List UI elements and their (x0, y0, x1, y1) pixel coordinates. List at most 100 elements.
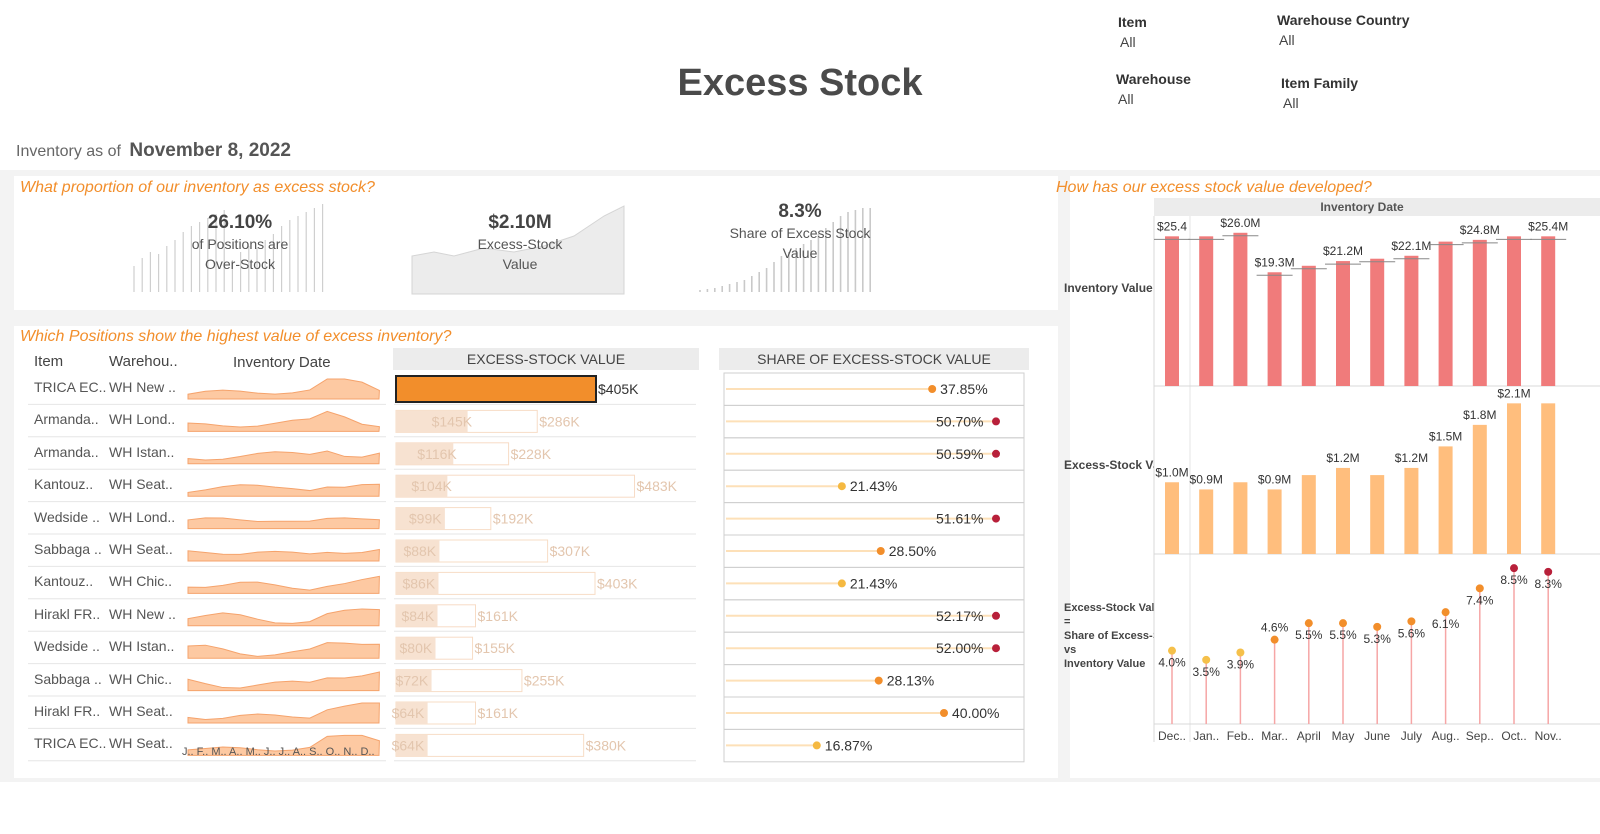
inventory-bar (1370, 258, 1385, 386)
share-label: 16.87% (825, 737, 872, 753)
row-sparkline (187, 575, 380, 594)
inventory-bar (1336, 261, 1350, 386)
excess-label: $145K (432, 413, 473, 429)
excess-label: $64K (392, 737, 425, 753)
month-label: Feb.. (1227, 729, 1254, 743)
share-dot (1202, 655, 1211, 664)
kpi-share-line2: Value (782, 245, 818, 261)
total-label: $380K (586, 737, 627, 753)
excess-label: $86K (402, 575, 435, 591)
excess-month-label: $1.8M (1463, 408, 1496, 422)
month-label: July (1401, 729, 1422, 743)
share-dot (876, 547, 885, 555)
filter-warehouse-value[interactable]: All (1118, 91, 1191, 107)
excess-label: $405K (598, 381, 639, 397)
share-dot (1544, 567, 1553, 576)
total-label: $403K (597, 575, 638, 591)
share-label: 6.1% (1432, 617, 1460, 631)
kpi-panel: What proportion of our inventory as exce… (14, 176, 1058, 310)
share-dot (992, 611, 1000, 620)
share-label: 40.00% (952, 705, 999, 721)
share-label: 3.9% (1227, 658, 1255, 672)
total-label: $161K (478, 608, 519, 624)
row-sparkline (187, 410, 380, 432)
share-label: 4.6% (1261, 621, 1289, 635)
share-label: 50.59% (936, 446, 983, 462)
share-dot (837, 482, 846, 491)
filter-item-value[interactable]: All (1120, 34, 1147, 50)
share-dot (928, 385, 937, 393)
inventory-bar (1404, 255, 1419, 386)
kpi-positions-value: 26.10% (207, 212, 273, 233)
share-dot (1373, 622, 1382, 631)
kpi-excess-line1: Excess-Stock (477, 236, 563, 252)
share-label: 28.50% (889, 543, 936, 559)
inventory-label: $21.2M (1323, 244, 1363, 258)
share-dot (1270, 635, 1279, 644)
row-sparkline (187, 483, 380, 497)
share-dot (1441, 608, 1450, 617)
share-label: 4.0% (1158, 656, 1186, 670)
month-axis: J.. F.. M.. A.. M.. J.. J.. A.. S.. O.. … (182, 746, 375, 758)
total-label: $255K (524, 673, 565, 689)
share-dot (1407, 617, 1416, 626)
filter-item-family-label: Item Family (1281, 75, 1359, 91)
share-label: 21.43% (850, 575, 897, 591)
inventory-label: $24.8M (1460, 223, 1500, 237)
inventory-bar (1541, 236, 1556, 386)
row-sparkline (187, 450, 380, 465)
inventory-bar (1199, 236, 1214, 386)
row-sparkline (187, 378, 380, 400)
filter-warehouse-country[interactable]: Warehouse Country All (1277, 12, 1410, 48)
share-label: 7.4% (1466, 593, 1494, 607)
inventory-bar (1472, 239, 1487, 386)
excess-label: $72K (396, 673, 429, 689)
inventory-bar (1507, 236, 1521, 386)
kpi-positions-line1: of Positions are (191, 236, 289, 252)
filter-item-family[interactable]: Item Family All (1281, 75, 1358, 111)
inventory-label: $25.4M (1528, 219, 1568, 233)
filter-item-family-value[interactable]: All (1283, 95, 1358, 111)
excess-month-label: $1.2M (1395, 451, 1428, 465)
month-label: Jan.. (1193, 729, 1219, 743)
row-sparkline (187, 702, 380, 724)
share-label: 37.85% (940, 381, 987, 397)
filter-item[interactable]: Item All (1118, 14, 1147, 50)
share-dot (837, 579, 846, 588)
excess-month-bar (1370, 475, 1385, 554)
row-sparkline (187, 608, 380, 627)
share-label: 3.5% (1193, 665, 1221, 679)
filter-warehouse[interactable]: Warehouse All (1116, 71, 1191, 107)
row-sparkline (187, 517, 380, 530)
filter-item-label: Item (1118, 14, 1147, 30)
share-label: 52.17% (936, 608, 983, 624)
inventory-label: $25.4 (1157, 219, 1187, 233)
share-label: 5.3% (1364, 632, 1392, 646)
positions-chart: $405K 37.85% $145K $286K 50.70% $116K $228K 50.… (28, 372, 1025, 763)
excess-label: $80K (400, 640, 433, 656)
excess-month-bar (1267, 489, 1282, 554)
as-of-label: Inventory as of (16, 143, 121, 160)
share-dot (1475, 584, 1484, 593)
kpi-share-value: 8.3% (778, 201, 822, 222)
excess-month-bar (1404, 467, 1419, 554)
share-dot (992, 644, 1000, 653)
excess-month-bar (1165, 482, 1179, 554)
month-label: Dec.. (1158, 729, 1186, 743)
share-label: 5.5% (1329, 628, 1357, 642)
excess-label: $99K (409, 511, 442, 527)
inventory-bar (1267, 272, 1282, 386)
inventory-bar (1165, 236, 1179, 386)
row-sparkline (187, 548, 380, 562)
share-dot (1304, 619, 1313, 628)
share-label: 52.00% (936, 640, 983, 656)
filter-warehouse-label: Warehouse (1116, 71, 1191, 87)
excess-label: $84K (401, 608, 434, 624)
share-dot (812, 741, 821, 750)
inventory-bar (1438, 241, 1453, 386)
excess-month-bar (1301, 475, 1316, 554)
excess-month-label: $0.9M (1190, 472, 1223, 486)
excess-month-label: $2.1M (1497, 386, 1530, 400)
inventory-as-of: Inventory as of November 8, 2022 (16, 140, 291, 162)
filter-warehouse-country-value[interactable]: All (1279, 32, 1410, 48)
